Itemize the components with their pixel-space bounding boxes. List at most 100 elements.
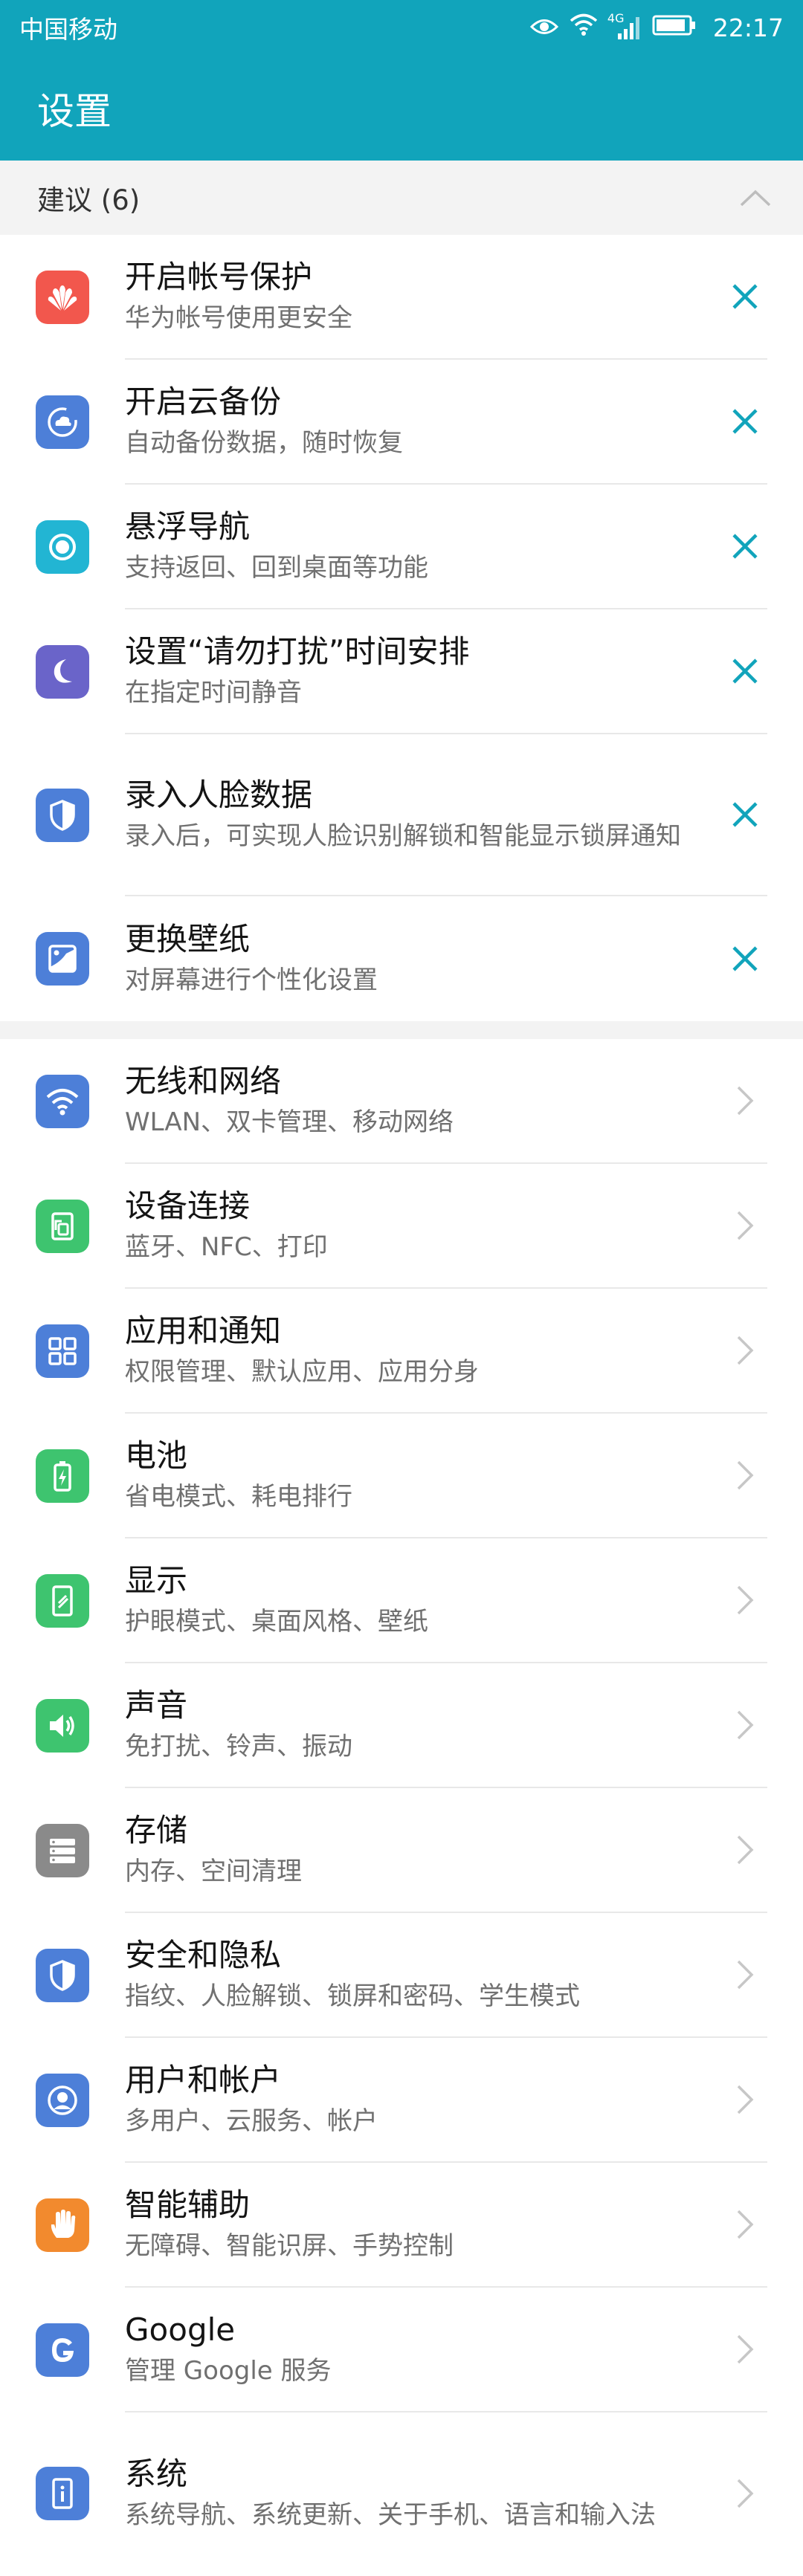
suggestion-title: 开启云备份	[125, 384, 282, 420]
chevron-right-icon	[723, 1453, 767, 1498]
eye-comfort-icon	[529, 13, 559, 42]
wallpaper-icon	[36, 932, 89, 986]
chevron-right-icon	[723, 2202, 767, 2247]
settings-item-title: 用户和帐户	[125, 2062, 282, 2098]
chevron-right-icon	[723, 1328, 767, 1373]
status-bar: 中国移动 4G 22:17	[0, 0, 803, 55]
storage-icon	[36, 1824, 89, 1877]
device-connect-icon	[36, 1200, 89, 1253]
chevron-right-icon	[723, 2327, 767, 2372]
google-icon	[36, 2323, 89, 2377]
suggestion-item[interactable]: 更换壁纸 对屏幕进行个性化设置	[0, 896, 803, 1021]
page-title: 设置	[37, 90, 112, 133]
hand-icon	[36, 2198, 89, 2252]
settings-item-subtitle: 管理 Google 服务	[125, 2356, 332, 2386]
settings-item-storage[interactable]: 存储 内存、空间清理	[0, 1788, 803, 1913]
status-time: 22:17	[712, 13, 784, 42]
settings-item-subtitle: 指纹、人脸解锁、锁屏和密码、学生模式	[125, 1981, 580, 2011]
suggestions-label: 建议 (6)	[37, 184, 141, 216]
dismiss-close-icon[interactable]	[723, 792, 767, 837]
settings-item-wireless[interactable]: 无线和网络 WLAN、双卡管理、移动网络	[0, 1039, 803, 1164]
settings-item-battery[interactable]: 电池 省电模式、耗电排行	[0, 1414, 803, 1538]
chevron-right-icon	[723, 2077, 767, 2122]
apps-grid-icon	[36, 1324, 89, 1378]
chevron-right-icon	[723, 1952, 767, 1997]
security-shield-icon	[36, 1949, 89, 2002]
section-divider	[0, 1021, 803, 1039]
user-icon	[36, 2074, 89, 2127]
floating-dock-icon	[36, 520, 89, 574]
suggestion-title: 悬浮导航	[125, 508, 251, 545]
settings-item-title: 设备连接	[125, 1188, 251, 1224]
suggestion-subtitle: 自动备份数据，随时恢复	[125, 428, 403, 458]
carrier-name: 中国移动	[19, 15, 117, 44]
settings-list: 无线和网络 WLAN、双卡管理、移动网络 设备连接 蓝牙、NFC、打印 应用和通…	[0, 1039, 803, 2575]
settings-item-subtitle: 蓝牙、NFC、打印	[125, 1232, 328, 1262]
suggestion-item[interactable]: 开启云备份 自动备份数据，随时恢复	[0, 360, 803, 485]
settings-item-subtitle: 省电模式、耗电排行	[125, 1482, 352, 1512]
dismiss-close-icon[interactable]	[723, 274, 767, 319]
battery-icon	[36, 1449, 89, 1503]
chevron-right-icon	[723, 1078, 767, 1123]
app-header: 中国移动 4G 22:17 设置	[0, 0, 803, 161]
settings-item-subtitle: WLAN、双卡管理、移动网络	[125, 1107, 454, 1137]
settings-item-system[interactable]: 系统 系统导航、系统更新、关于手机、语言和输入法	[0, 2412, 803, 2575]
settings-item-display[interactable]: 显示 护眼模式、桌面风格、壁纸	[0, 1538, 803, 1663]
suggestion-subtitle: 华为帐号使用更安全	[125, 303, 352, 333]
suggestion-item[interactable]: 录入人脸数据 录入后，可实现人脸识别解锁和智能显示锁屏通知	[0, 734, 803, 896]
settings-item-users[interactable]: 用户和帐户 多用户、云服务、帐户	[0, 2038, 803, 2163]
settings-item-smart-assist[interactable]: 智能辅助 无障碍、智能识屏、手势控制	[0, 2163, 803, 2288]
settings-item-title: 安全和隐私	[125, 1937, 282, 1973]
battery-status-icon	[652, 13, 697, 42]
settings-item-google[interactable]: Google 管理 Google 服务	[0, 2288, 803, 2412]
moon-icon	[36, 645, 89, 699]
chevron-right-icon	[723, 1828, 767, 1872]
suggestion-title: 更换壁纸	[125, 921, 251, 957]
settings-item-subtitle: 权限管理、默认应用、应用分身	[125, 1357, 479, 1387]
settings-item-title: 显示	[125, 1562, 188, 1599]
face-shield-icon	[36, 789, 89, 842]
suggestion-item[interactable]: 悬浮导航 支持返回、回到桌面等功能	[0, 485, 803, 609]
dismiss-close-icon[interactable]	[723, 649, 767, 693]
settings-item-title: Google	[125, 2311, 236, 2348]
suggestions-header[interactable]: 建议 (6)	[0, 161, 803, 235]
network-type-label: 4G	[607, 11, 625, 25]
wifi-status-icon	[569, 13, 599, 42]
settings-item-title: 智能辅助	[125, 2187, 251, 2223]
system-info-icon	[36, 2467, 89, 2520]
speaker-icon	[36, 1699, 89, 1753]
wifi-icon	[36, 1075, 89, 1128]
suggestion-title: 开启帐号保护	[125, 259, 313, 295]
settings-item-subtitle: 免打扰、铃声、振动	[125, 1732, 352, 1761]
settings-item-security[interactable]: 安全和隐私 指纹、人脸解锁、锁屏和密码、学生模式	[0, 1913, 803, 2038]
settings-item-title: 电池	[125, 1437, 188, 1474]
cloud-backup-icon	[36, 395, 89, 449]
suggestion-item[interactable]: 开启帐号保护 华为帐号使用更安全	[0, 235, 803, 360]
huawei-logo-icon	[36, 271, 89, 324]
settings-item-title: 无线和网络	[125, 1063, 282, 1099]
display-icon	[36, 1574, 89, 1628]
suggestion-subtitle: 录入后，可实现人脸识别解锁和智能显示锁屏通知	[125, 821, 681, 851]
settings-item-subtitle: 系统导航、系统更新、关于手机、语言和输入法	[125, 2500, 656, 2530]
chevron-up-icon[interactable]	[739, 182, 772, 214]
cellular-signal-icon: 4G	[607, 11, 642, 39]
chevron-right-icon	[723, 1578, 767, 1622]
settings-item-subtitle: 多用户、云服务、帐户	[125, 2106, 378, 2136]
dismiss-close-icon[interactable]	[723, 936, 767, 981]
settings-item-sound[interactable]: 声音 免打扰、铃声、振动	[0, 1663, 803, 1788]
suggestion-subtitle: 对屏幕进行个性化设置	[125, 965, 378, 995]
chevron-right-icon	[723, 1203, 767, 1248]
settings-item-title: 存储	[125, 1812, 188, 1848]
settings-item-device-connection[interactable]: 设备连接 蓝牙、NFC、打印	[0, 1164, 803, 1289]
settings-item-apps[interactable]: 应用和通知 权限管理、默认应用、应用分身	[0, 1289, 803, 1414]
suggestion-subtitle: 支持返回、回到桌面等功能	[125, 553, 428, 583]
suggestion-item[interactable]: 设置“请勿打扰”时间安排 在指定时间静音	[0, 609, 803, 734]
suggestions-list: 开启帐号保护 华为帐号使用更安全 开启云备份 自动备份数据，随时恢复 悬浮导航 …	[0, 235, 803, 1021]
settings-item-subtitle: 无障碍、智能识屏、手势控制	[125, 2231, 454, 2261]
dismiss-close-icon[interactable]	[723, 399, 767, 444]
settings-item-title: 系统	[125, 2456, 188, 2492]
settings-item-subtitle: 内存、空间清理	[125, 1857, 302, 1886]
suggestion-subtitle: 在指定时间静音	[125, 678, 302, 708]
settings-item-title: 声音	[125, 1687, 188, 1724]
dismiss-close-icon[interactable]	[723, 524, 767, 569]
